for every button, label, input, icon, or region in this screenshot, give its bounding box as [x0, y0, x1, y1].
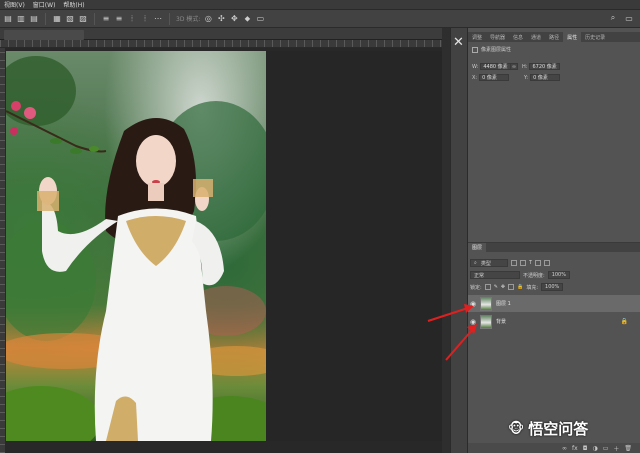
arrow-head	[464, 304, 474, 313]
arrow-line	[445, 329, 473, 361]
watermark: 🐵 悟空问答	[508, 418, 588, 439]
annotation-arrows	[427, 304, 477, 361]
watermark-logo-icon: 🐵	[508, 420, 525, 437]
arrow-line	[427, 307, 469, 322]
arrow-head	[467, 324, 477, 334]
watermark-text: 悟空问答	[528, 420, 589, 438]
